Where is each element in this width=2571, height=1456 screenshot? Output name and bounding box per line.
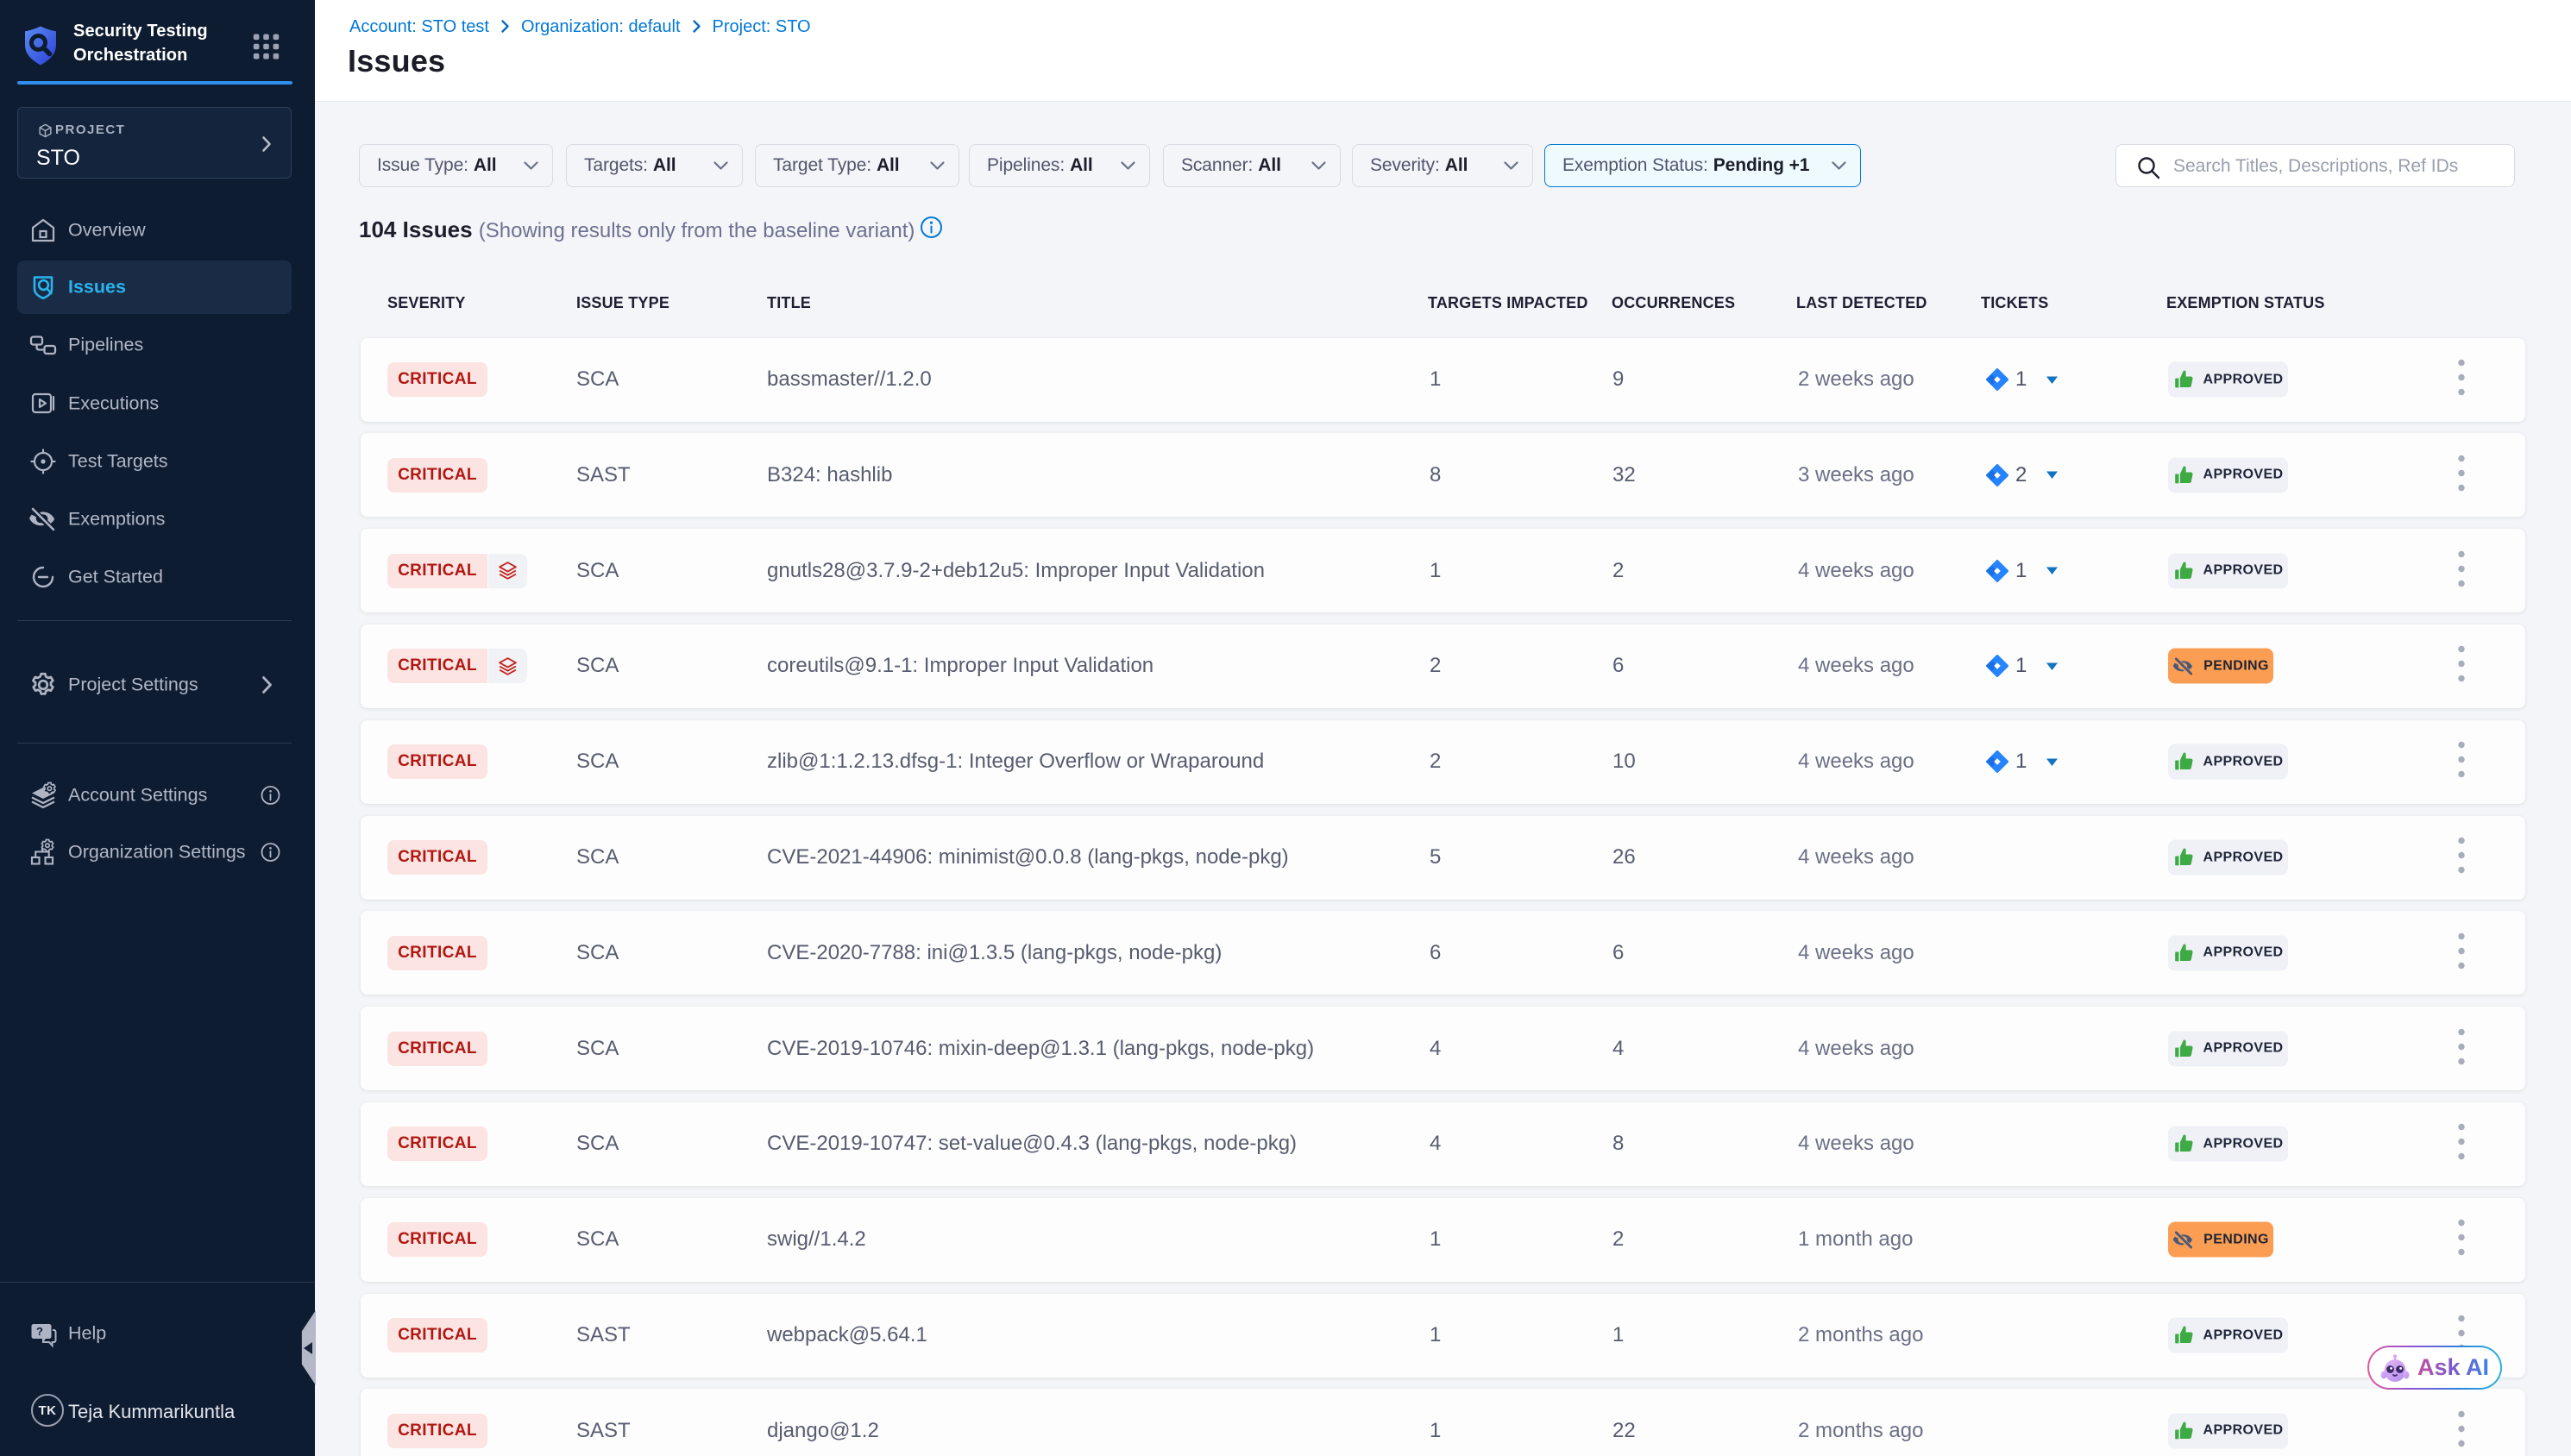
svg-text:?: ? xyxy=(36,1325,43,1338)
